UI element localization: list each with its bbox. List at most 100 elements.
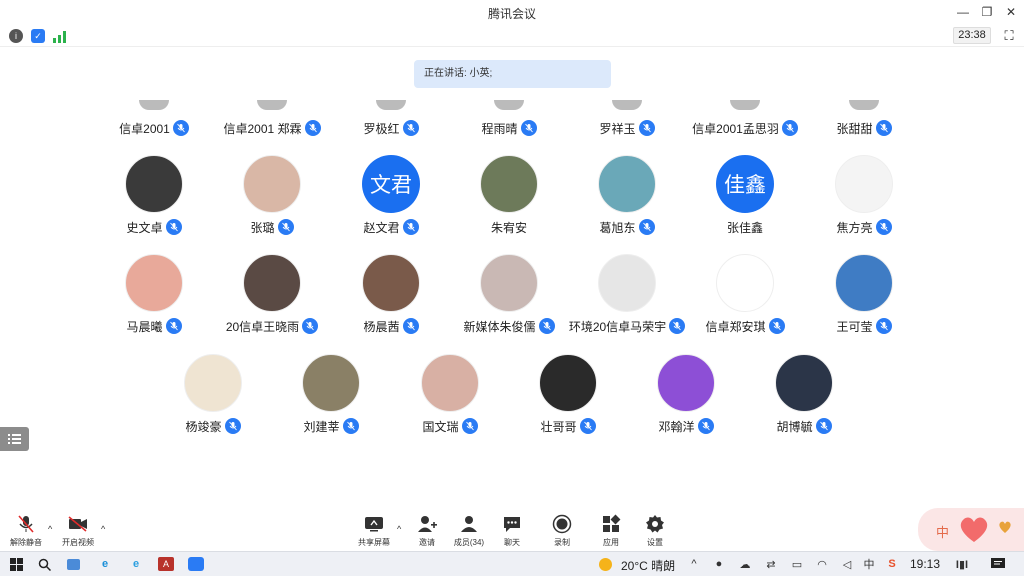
avatar xyxy=(539,354,597,412)
avatar xyxy=(302,354,360,412)
notification-icon[interactable] xyxy=(990,557,1006,571)
unmute-button[interactable]: 解除静音 xyxy=(3,514,49,548)
windows-start-icon[interactable] xyxy=(8,557,24,571)
participant-tile[interactable]: 罗祥玉 xyxy=(572,100,682,140)
record-button[interactable]: 录制 xyxy=(539,514,585,548)
restore-button[interactable]: ❐ xyxy=(976,3,998,21)
fullscreen-icon[interactable]: ⛶ xyxy=(1001,28,1017,44)
participant-tile[interactable]: 刘建莘 xyxy=(276,354,386,438)
edge-browser-icon[interactable]: e xyxy=(97,557,113,571)
participant-tile[interactable]: 胡博毓 xyxy=(749,354,859,438)
window-title: 腾讯会议 xyxy=(487,7,536,21)
sogou-icon[interactable]: S xyxy=(884,557,900,571)
mic-muted-icon xyxy=(165,318,182,334)
participant-name: 王可莹 xyxy=(836,319,873,334)
avatar xyxy=(480,254,538,312)
input-method-icon[interactable]: 中 xyxy=(861,557,877,571)
participant-tile[interactable]: 朱宥安 xyxy=(454,155,564,239)
search-icon[interactable] xyxy=(36,557,52,571)
audio-options-caret[interactable]: ^ xyxy=(48,524,52,534)
avatar xyxy=(835,254,893,312)
app-tray-icon[interactable]: I▮I xyxy=(954,557,970,571)
avatar xyxy=(362,254,420,312)
participant-tile[interactable]: 葛旭东 xyxy=(572,155,682,239)
participant-tile[interactable]: 王可莹 xyxy=(809,254,919,338)
participant-tile[interactable]: 壮哥哥 xyxy=(513,354,623,438)
volume-icon[interactable]: ◁ xyxy=(839,557,855,571)
mic-muted-icon xyxy=(304,120,321,136)
minimize-button[interactable]: — xyxy=(952,3,974,21)
access-app-icon[interactable]: A xyxy=(158,557,174,571)
participant-tile[interactable]: 佳鑫 张佳鑫 xyxy=(690,155,800,239)
sync-icon[interactable]: ⇄ xyxy=(763,557,779,571)
participant-tile[interactable]: 信卓2001孟思羽 xyxy=(690,100,800,140)
participant-name: 信卓郑安琪 xyxy=(705,319,766,334)
heart-icon xyxy=(960,517,988,542)
participant-tile[interactable]: 新媒体朱俊儒 xyxy=(454,254,564,338)
start-video-button[interactable]: 开启视频 xyxy=(55,514,101,548)
system-clock[interactable]: 19:13 xyxy=(910,557,940,571)
participant-tile[interactable]: 史文卓 xyxy=(99,155,209,239)
participant-tile[interactable]: 焦方亮 xyxy=(809,155,919,239)
mic-off-icon xyxy=(3,514,49,534)
participant-tile[interactable]: 张甜甜 xyxy=(809,100,919,140)
battery-icon[interactable]: ▭ xyxy=(789,557,805,571)
browser-icon[interactable]: e xyxy=(128,557,144,571)
mic-muted-icon xyxy=(781,120,798,136)
participant-name: 程雨晴 xyxy=(481,121,518,136)
participant-tile[interactable]: 程雨晴 xyxy=(454,100,564,140)
qq-icon[interactable]: ● xyxy=(711,557,727,571)
members-button[interactable]: 成员(34) xyxy=(446,514,492,548)
avatar: 佳鑫 xyxy=(716,155,774,213)
participant-tile[interactable]: 信卓2001 xyxy=(99,100,209,140)
list-toggle-button[interactable] xyxy=(0,427,29,451)
participant-tile[interactable]: 文君 赵文君 xyxy=(336,155,446,239)
participant-tile[interactable]: 罗极红 xyxy=(336,100,446,140)
shield-icon[interactable]: ✓ xyxy=(31,29,45,43)
settings-button[interactable]: 设置 xyxy=(632,514,678,548)
signal-icon[interactable] xyxy=(53,30,67,48)
members-icon xyxy=(446,514,492,534)
reaction-widget[interactable]: 中 xyxy=(918,508,1024,551)
participant-name: 张佳鑫 xyxy=(726,220,763,235)
participant-name: 环境20信卓马荣宇 xyxy=(568,319,667,334)
participant-tile[interactable]: 20信卓王晓雨 xyxy=(217,254,327,338)
info-icon[interactable]: i xyxy=(9,29,23,43)
close-button[interactable]: ✕ xyxy=(1000,3,1022,21)
participant-tile[interactable]: 信卓郑安琪 xyxy=(690,254,800,338)
participant-tile[interactable]: 邓翰洋 xyxy=(631,354,741,438)
list-icon xyxy=(8,434,21,444)
cloud-icon[interactable]: ☁ xyxy=(737,557,753,571)
participant-tile[interactable]: 杨晨茜 xyxy=(336,254,446,338)
tencent-meeting-app-icon[interactable] xyxy=(188,557,204,571)
wifi-icon[interactable]: ◠ xyxy=(814,557,830,571)
participant-name: 焦方亮 xyxy=(836,220,873,235)
participant-tile[interactable]: 杨竣豪 xyxy=(158,354,268,438)
avatar-partial xyxy=(612,100,642,110)
avatar-partial xyxy=(257,100,287,110)
mic-muted-icon xyxy=(342,418,359,434)
share-screen-button[interactable]: 共享屏幕 xyxy=(351,514,397,548)
apps-button[interactable]: 应用 xyxy=(588,514,634,548)
participant-tile[interactable]: 马晨曦 xyxy=(99,254,209,338)
weather-text[interactable]: 20°C 晴朗 xyxy=(621,557,675,574)
share-options-caret[interactable]: ^ xyxy=(397,524,401,534)
mic-muted-icon xyxy=(172,120,189,136)
video-options-caret[interactable]: ^ xyxy=(101,524,105,534)
chat-button[interactable]: 聊天 xyxy=(489,514,535,548)
mic-muted-icon xyxy=(579,418,596,434)
participant-tile[interactable]: 环境20信卓马荣宇 xyxy=(568,254,686,338)
participant-tile[interactable]: 张璐 xyxy=(217,155,327,239)
participant-name: 史文卓 xyxy=(126,220,163,235)
participant-name: 刘建莘 xyxy=(303,419,340,434)
file-explorer-icon[interactable] xyxy=(67,559,80,570)
mic-muted-icon xyxy=(875,318,892,334)
tray-expand-icon[interactable]: ^ xyxy=(686,557,702,571)
avatar-partial xyxy=(494,100,524,110)
avatar xyxy=(835,155,893,213)
participant-tile[interactable]: 信卓2001 郑霖 xyxy=(217,100,327,140)
participant-tile[interactable]: 国文瑞 xyxy=(395,354,505,438)
invite-button[interactable]: 邀请 xyxy=(404,514,450,548)
participant-name: 邓翰洋 xyxy=(658,419,695,434)
mic-muted-icon xyxy=(520,120,537,136)
